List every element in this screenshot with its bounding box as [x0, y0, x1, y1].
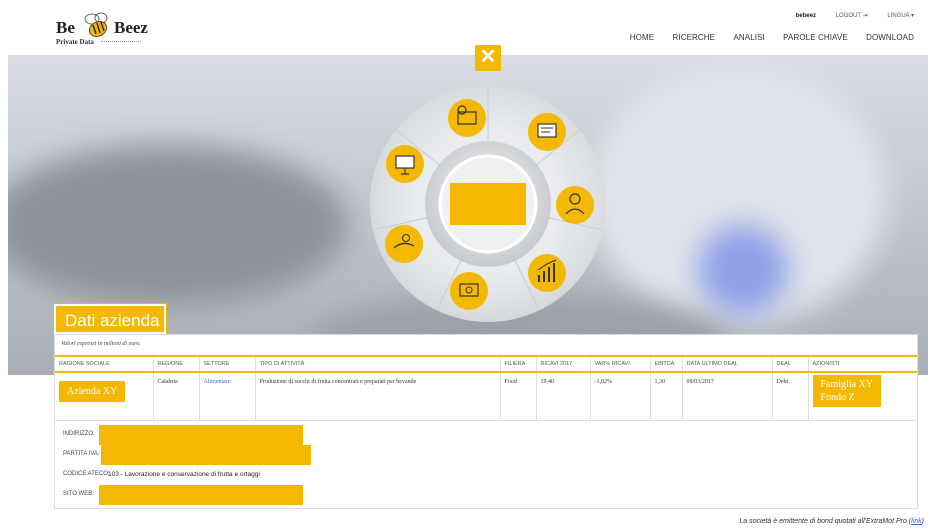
partita-iva-label: PARTITA IVA:	[63, 451, 100, 457]
azionista-1[interactable]: Famiglia XY	[821, 378, 874, 391]
sito-web-redacted	[99, 485, 303, 505]
col-var-ricavi: VAR% RICAVI	[589, 355, 650, 373]
cell-ricavi: 19,40	[535, 372, 590, 421]
cell-filiera: Food	[499, 372, 536, 421]
col-ragione-sociale: RAGIONE SOCIALE	[55, 355, 153, 373]
col-deal: DEAL	[771, 355, 808, 373]
cell-data-deal: 09/03/2017	[681, 372, 772, 421]
cell-deal: Debt	[771, 372, 808, 421]
col-ebitda: EBITDA	[649, 355, 682, 373]
col-data-ultimo-deal: DATA ULTIMO DEAL	[681, 355, 772, 373]
col-tipo-attivita: TIPO DI ATTIVITÀ	[254, 355, 500, 373]
bond-note: La società è emittente di bond quotati a…	[739, 518, 924, 525]
news-icon[interactable]	[528, 113, 566, 151]
sito-web-label: SITO WEB:	[63, 491, 94, 497]
indirizzo-redacted	[99, 425, 303, 445]
cell-regione: Calabria	[152, 372, 199, 421]
table-header-row: RAGIONE SOCIALE REGIONE SETTORE TIPO DI …	[55, 355, 917, 373]
company-name: Azienda XY	[59, 381, 126, 402]
bond-link[interactable]: link	[911, 518, 922, 525]
col-ricavi: RICAVI 2017	[535, 355, 590, 373]
table-row: Azienda XY Calabria Alimentare Produzion…	[55, 372, 917, 421]
col-azionisti: AZIONISTI	[807, 355, 917, 373]
azionista-2[interactable]: Fondo Z	[821, 391, 874, 404]
col-settore: SETTORE	[198, 355, 255, 373]
cell-ebitda: 1,30	[649, 372, 682, 421]
azionisti-list: Famiglia XY Fondo Z	[812, 375, 881, 407]
col-regione: REGIONE	[152, 355, 199, 373]
col-filiera: FILIERA	[499, 355, 536, 373]
ateco-value: 103 - Lavorazione e conservazione di fru…	[108, 471, 260, 478]
indirizzo-label: INDIRIZZO:	[63, 431, 95, 437]
presentation-icon[interactable]	[386, 145, 424, 183]
dati-azienda-panel: Valori espressi in milioni di euro. RAGI…	[54, 334, 918, 509]
bond-note-close: )	[921, 518, 924, 525]
bond-note-text: La società è emittente di bond quotati a…	[739, 518, 912, 525]
settore-link[interactable]: Alimentare	[204, 379, 231, 385]
ateco-label: CODICE ATECO:	[63, 471, 110, 477]
page: Be Beez Private Data bebeez LOGOUT ⇥ LIN…	[0, 0, 936, 531]
values-note: Valori espressi in milioni di euro.	[61, 341, 141, 347]
cell-tipo-attivita: Produzione di succhi di frutta concentra…	[254, 372, 500, 421]
cell-var-ricavi: -1,02%	[589, 372, 650, 421]
gear-document-icon[interactable]	[448, 99, 486, 137]
chart-icon[interactable]	[528, 254, 566, 292]
hand-coin-icon[interactable]	[385, 225, 423, 263]
money-icon[interactable]	[450, 272, 488, 310]
partita-iva-redacted	[101, 445, 311, 465]
company-table: RAGIONE SOCIALE REGIONE SETTORE TIPO DI …	[55, 355, 917, 421]
manager-icon[interactable]	[556, 186, 594, 224]
dati-azienda-tab: Dati azienda	[54, 304, 166, 334]
